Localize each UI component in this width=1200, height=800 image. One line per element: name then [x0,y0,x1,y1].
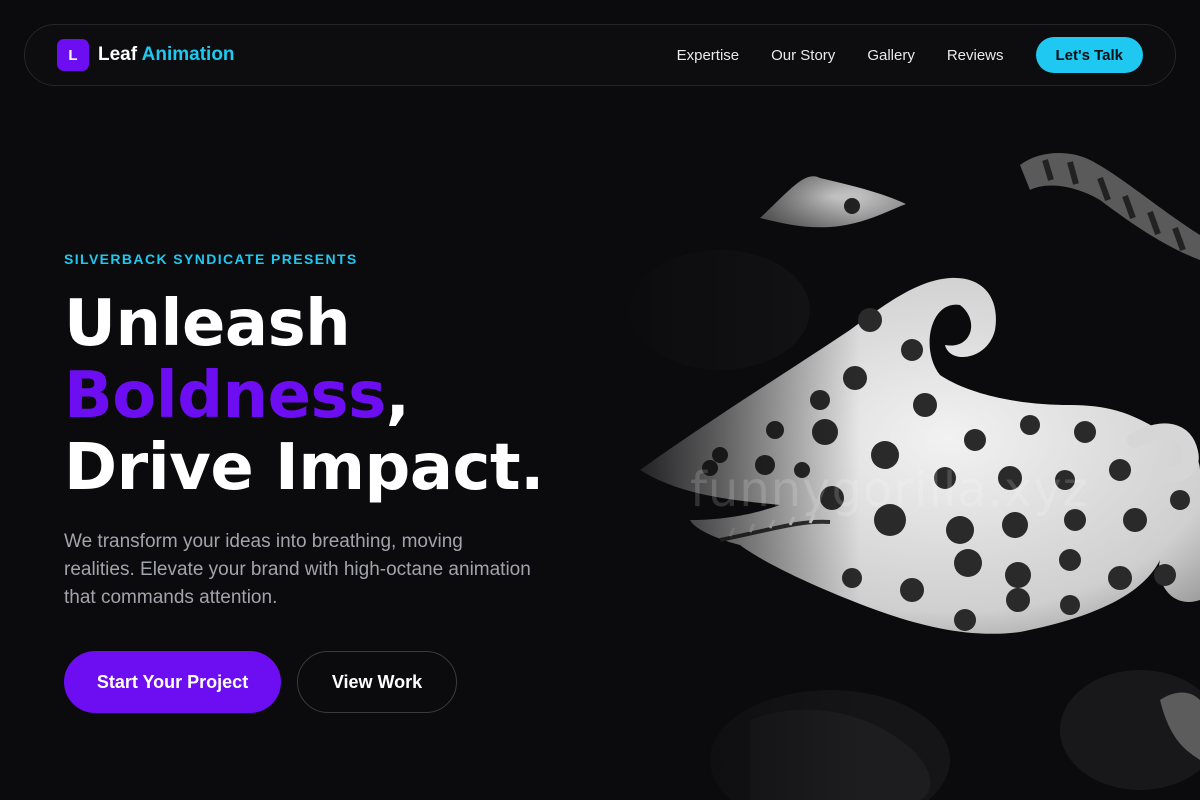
headline-comma: , [385,359,410,433]
hero-image-fade [600,0,860,800]
hero-headline: Unleash Boldness, Drive Impact. [64,288,544,504]
logo-accent-word: Animation [141,44,235,65]
start-project-button[interactable]: Start Your Project [64,651,281,713]
hero-description: We transform your ideas into breathing, … [64,531,531,608]
nav-link-gallery[interactable]: Gallery [867,47,915,64]
view-work-button[interactable]: View Work [297,651,457,713]
nav-link-our-story[interactable]: Our Story [771,47,835,64]
headline-line-3: Drive Impact. [64,431,544,505]
logo-wordmark: Leaf Animation [98,44,235,66]
nav-link-reviews[interactable]: Reviews [947,47,1004,64]
top-navbar: L Leaf Animation Expertise Our Story Gal… [24,24,1176,86]
logo-icon: L [57,39,89,71]
nav-link-expertise[interactable]: Expertise [677,47,740,64]
lets-talk-button[interactable]: Let's Talk [1035,37,1143,73]
headline-line-1: Unleash [64,287,351,361]
hero-eyebrow: SILVERBACK SYNDICATE PRESENTS [64,251,358,267]
logo-word: Leaf [98,44,138,65]
brand-logo[interactable]: L Leaf Animation [57,39,235,71]
nav-links: Expertise Our Story Gallery Reviews Let'… [677,37,1143,73]
image-watermark: funnygorilla.xyz [690,462,1089,518]
headline-highlight: Boldness [64,359,386,433]
